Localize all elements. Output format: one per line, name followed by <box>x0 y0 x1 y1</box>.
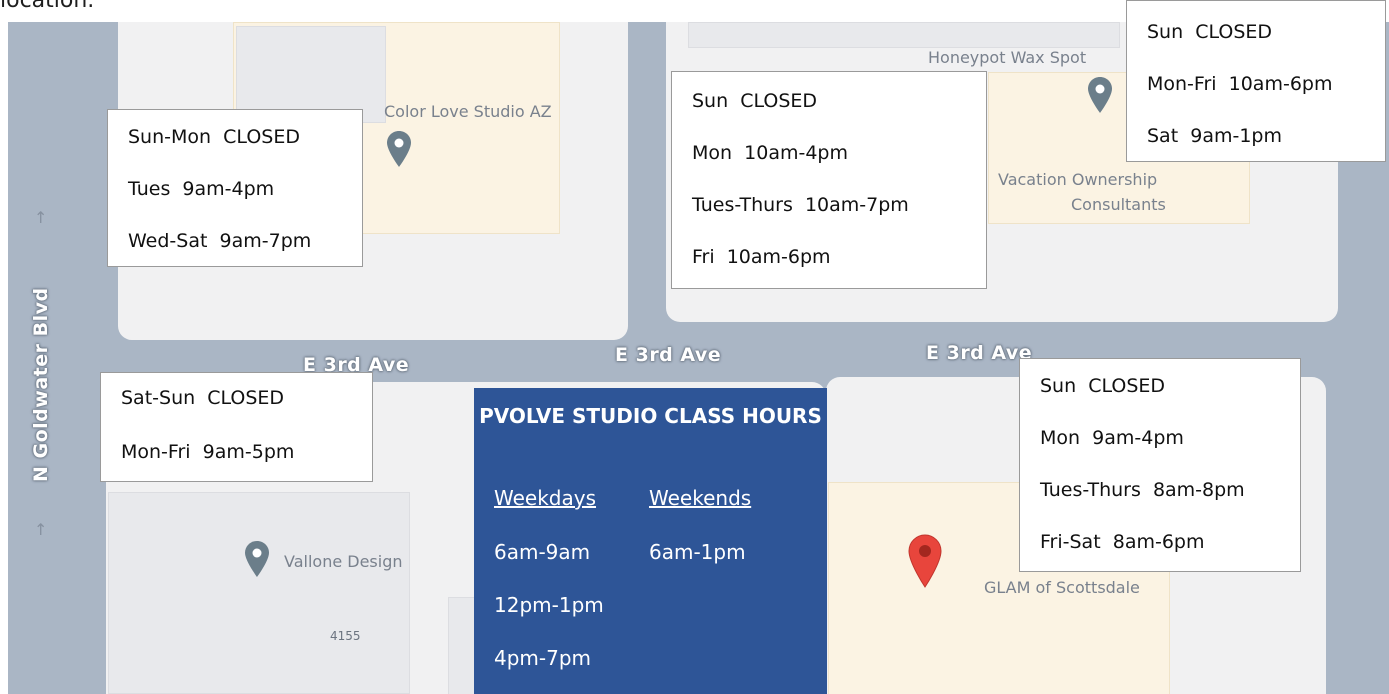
building <box>688 22 1120 48</box>
place-label-vacation-1: Vacation Ownership <box>998 170 1158 189</box>
hours-line: Sun CLOSED <box>692 90 818 112</box>
hours-line: Mon 9am-4pm <box>1040 427 1184 449</box>
weekday-slot: 12pm-1pm <box>494 593 604 617</box>
cut-off-text: location. <box>0 0 95 13</box>
road-label-goldwater: N Goldwater Blvd <box>30 287 52 482</box>
hours-line: Sat-Sun CLOSED <box>121 387 285 409</box>
hours-line: Mon-Fri 9am-5pm <box>121 441 295 463</box>
place-label-vacation-2: Consultants <box>1071 195 1166 214</box>
weekdays-header: Weekdays <box>494 486 597 510</box>
road-label-e3rd-ave: E 3rd Ave <box>926 342 1033 364</box>
pvolve-hours-box: PVOLVE STUDIO CLASS HOURS Weekdays Weeke… <box>474 388 827 694</box>
weekend-slot: 6am-1pm <box>649 540 746 564</box>
hours-box-vallone: Sat-Sun CLOSED Mon-Fri 9am-5pm <box>100 372 373 482</box>
weekends-header: Weekends <box>649 486 752 510</box>
hours-box-color-love: Sun-Mon CLOSED Tues 9am-4pm Wed-Sat 9am-… <box>107 109 363 267</box>
weekday-slot: 4pm-7pm <box>494 646 592 670</box>
building-vallone <box>108 492 410 694</box>
hours-line: Sun CLOSED <box>1147 21 1273 43</box>
hours-line: Tues-Thurs 10am-7pm <box>692 194 909 216</box>
hours-line: Tues 9am-4pm <box>128 178 275 200</box>
weekday-slot: 6am-9am <box>494 540 591 564</box>
hours-box-middle: Sun CLOSED Mon 10am-4pm Tues-Thurs 10am-… <box>671 71 987 289</box>
one-way-arrow-icon: ↑ <box>34 208 48 227</box>
map-pin-red-icon[interactable] <box>908 534 942 588</box>
hours-line: Sun CLOSED <box>1040 375 1166 397</box>
hours-line: Sun-Mon CLOSED <box>128 126 300 148</box>
hours-line: Mon 10am-4pm <box>692 142 848 164</box>
hours-line: Mon-Fri 10am-6pm <box>1147 73 1333 95</box>
hours-box-honeypot: Sun CLOSED Mon-Fri 10am-6pm Sat 9am-1pm <box>1126 0 1386 162</box>
map-pin-gray-icon[interactable] <box>386 130 412 168</box>
hours-line: Wed-Sat 9am-7pm <box>128 230 312 252</box>
hours-line: Sat 9am-1pm <box>1147 125 1282 147</box>
pvolve-title: PVOLVE STUDIO CLASS HOURS <box>479 404 822 428</box>
hours-line: Tues-Thurs 8am-8pm <box>1040 479 1245 501</box>
hours-line: Fri-Sat 8am-6pm <box>1040 531 1205 553</box>
map-pin-gray-icon[interactable] <box>1087 76 1113 114</box>
building-number: 4155 <box>330 629 361 643</box>
map-pin-gray-icon[interactable] <box>244 540 270 578</box>
road-label-e3rd-ave: E 3rd Ave <box>615 344 722 366</box>
place-label-glam: GLAM of Scottsdale <box>984 578 1140 597</box>
place-label-color-love: Color Love Studio AZ <box>384 102 552 121</box>
hours-line: Fri 10am-6pm <box>692 246 831 268</box>
place-label-vallone: Vallone Design <box>284 552 403 571</box>
one-way-arrow-icon: ↑ <box>34 520 48 539</box>
hours-box-glam: Sun CLOSED Mon 9am-4pm Tues-Thurs 8am-8p… <box>1019 358 1301 572</box>
place-label-honeypot: Honeypot Wax Spot <box>928 48 1087 67</box>
